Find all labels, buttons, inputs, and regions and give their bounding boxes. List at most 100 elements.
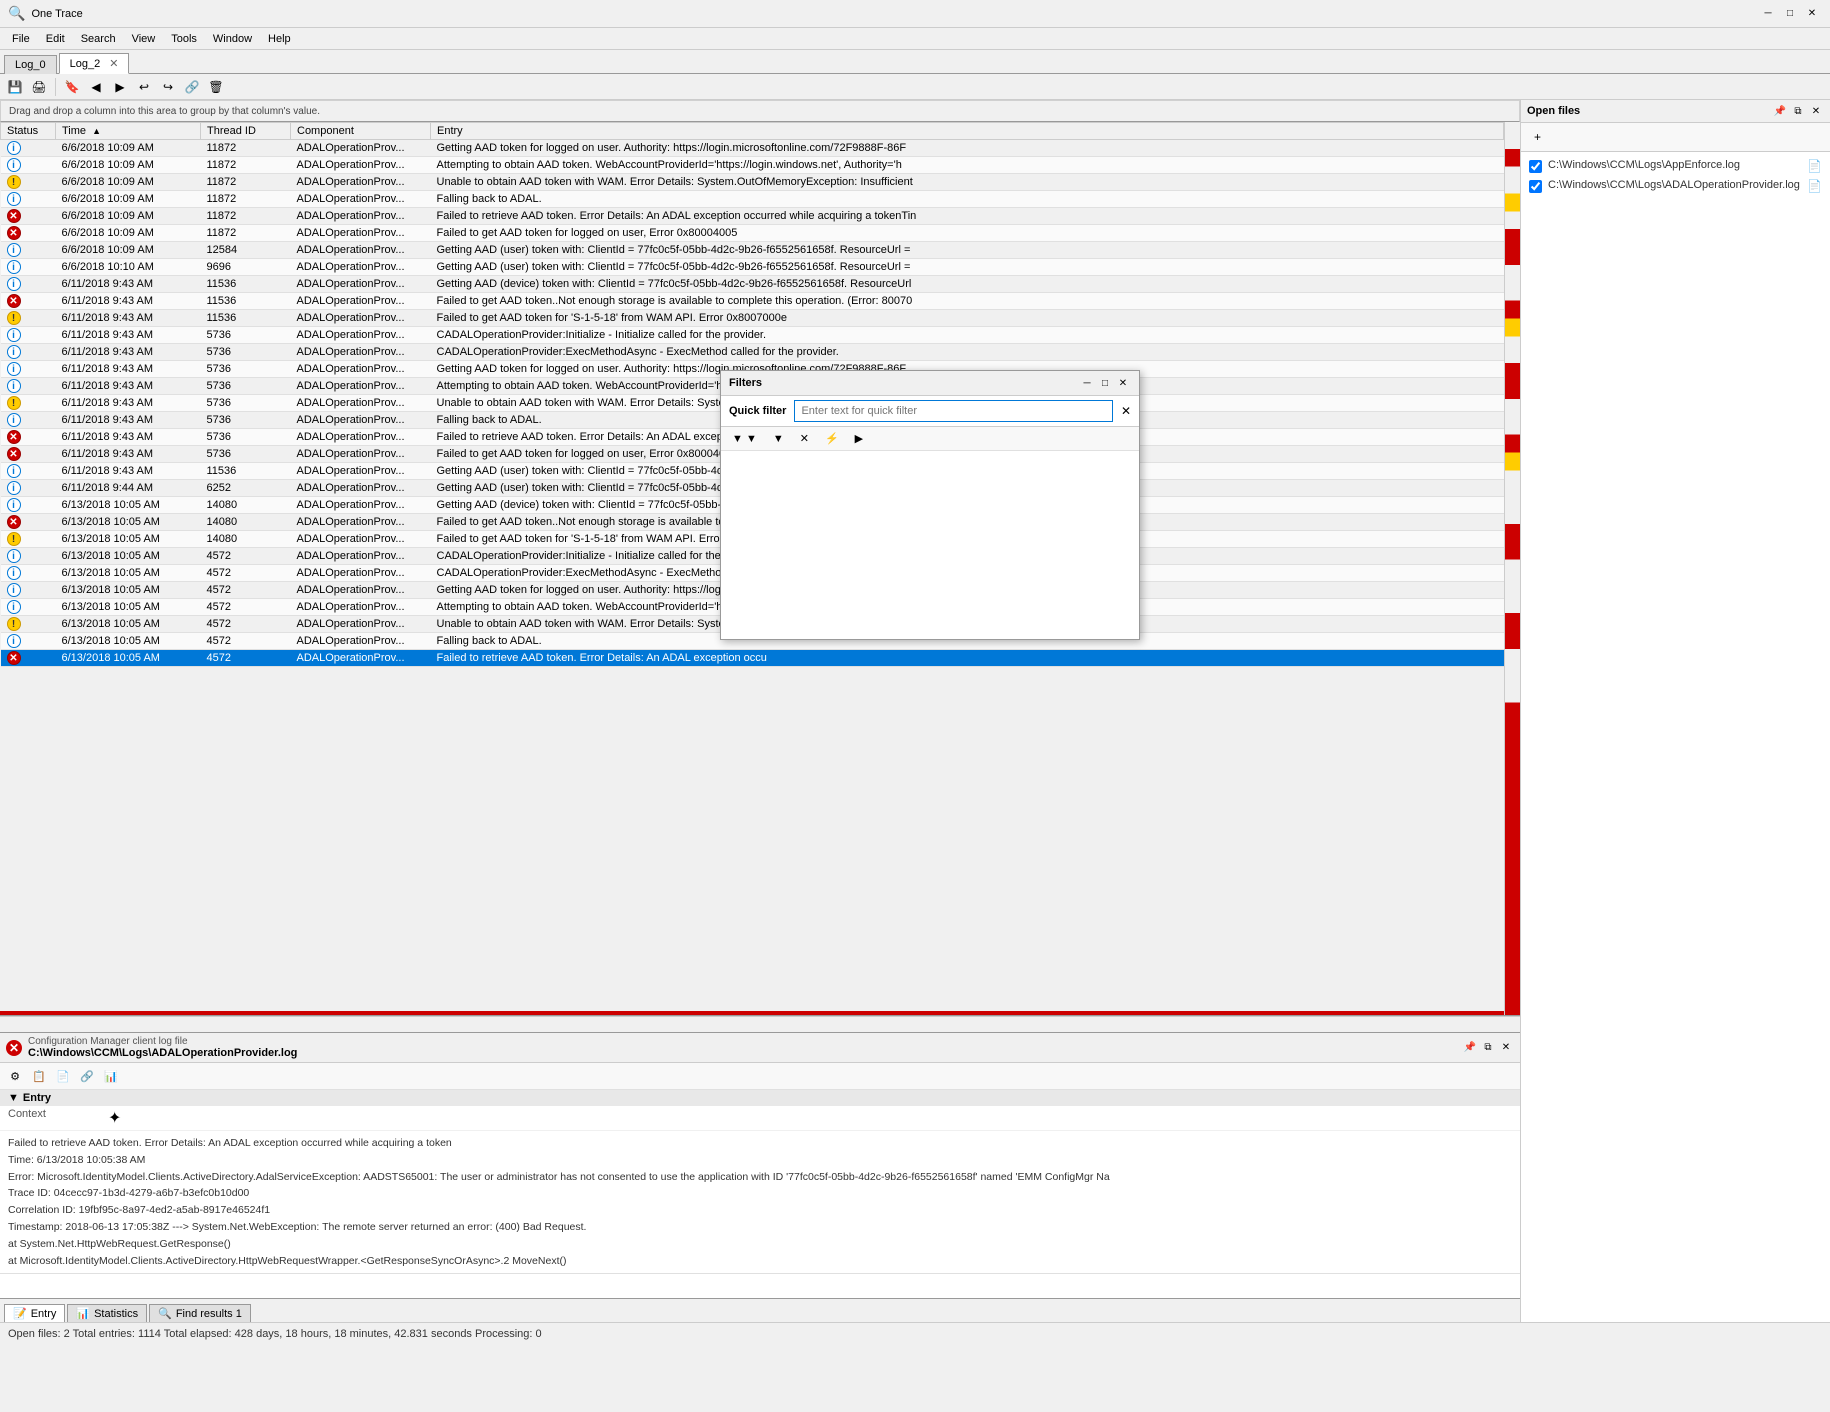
table-row[interactable]: i 6/6/2018 10:09 AM 12584 ADALOperationP… — [1, 242, 1504, 259]
table-row[interactable]: i 6/11/2018 9:43 AM 5736 ADALOperationPr… — [1, 327, 1504, 344]
table-row[interactable]: ✕ 6/13/2018 10:05 AM 4572 ADALOperationP… — [1, 650, 1504, 667]
tab-log2[interactable]: Log_2 ✕ — [59, 53, 130, 74]
open-file-path-1: C:\Windows\CCM\Logs\ADALOperationProvide… — [1548, 179, 1801, 191]
toolbar-next-btn[interactable]: ▶ — [109, 76, 131, 98]
cell-component: ADALOperationProv... — [291, 276, 431, 293]
properties-header: ✕ Configuration Manager client log file … — [0, 1033, 1520, 1063]
open-files-close-btn[interactable]: ✕ — [1808, 103, 1824, 119]
properties-float-btn[interactable]: ⧉ — [1480, 1040, 1496, 1056]
open-files-float-btn[interactable]: ⧉ — [1790, 103, 1806, 119]
prop-btn-1[interactable]: ⚙ — [4, 1066, 26, 1086]
cell-component: ADALOperationProv... — [291, 344, 431, 361]
cell-component: ADALOperationProv... — [291, 514, 431, 531]
cell-component: ADALOperationProv... — [291, 157, 431, 174]
properties-section-header[interactable]: ▼ Entry — [0, 1090, 1520, 1106]
status-icon: i — [7, 260, 21, 274]
menu-edit[interactable]: Edit — [38, 31, 73, 47]
filters-maximize-btn[interactable]: □ — [1097, 375, 1113, 391]
filter-add-btn[interactable]: ▼ — [766, 430, 791, 448]
toolbar-delete-btn[interactable]: 🗑 — [205, 76, 227, 98]
cell-time: 6/6/2018 10:09 AM — [56, 225, 201, 242]
table-row[interactable]: ✕ 6/6/2018 10:09 AM 11872 ADALOperationP… — [1, 208, 1504, 225]
tab-log2-close[interactable]: ✕ — [109, 58, 118, 70]
table-row[interactable]: i 6/6/2018 10:09 AM 11872 ADALOperationP… — [1, 157, 1504, 174]
toolbar-undo-btn[interactable]: ↩ — [133, 76, 155, 98]
menu-tools[interactable]: Tools — [163, 31, 205, 47]
open-files-pin-btn[interactable]: 📌 — [1772, 103, 1788, 119]
filters-quick-input[interactable] — [794, 400, 1112, 422]
cell-entry: CADALOperationProvider:ExecMethodAsync -… — [431, 344, 1504, 361]
properties-close-btn[interactable]: ✕ — [1498, 1040, 1514, 1056]
menu-search[interactable]: Search — [73, 31, 124, 47]
filter-toggle-btn[interactable]: ⚡ — [818, 429, 846, 448]
cell-thread: 4572 — [201, 599, 291, 616]
menu-help[interactable]: Help — [260, 31, 299, 47]
col-time[interactable]: Time ▲ — [56, 123, 201, 140]
prop-btn-5[interactable]: 📊 — [100, 1066, 122, 1086]
filter-more-btn[interactable]: ▶ — [848, 429, 870, 448]
table-row[interactable]: ✕ 6/6/2018 10:09 AM 11872 ADALOperationP… — [1, 225, 1504, 242]
table-row[interactable]: i 6/6/2018 10:10 AM 9696 ADALOperationPr… — [1, 259, 1504, 276]
context-label: Context — [8, 1108, 108, 1128]
open-file-checkbox-1[interactable] — [1529, 180, 1542, 193]
horiz-scrollbar[interactable] — [0, 1016, 1520, 1032]
filters-close-btn[interactable]: ✕ — [1115, 375, 1131, 391]
toolbar-print-btn[interactable]: 🖨 — [28, 76, 50, 98]
table-row[interactable]: ! 6/6/2018 10:09 AM 11872 ADALOperationP… — [1, 174, 1504, 191]
cell-time: 6/11/2018 9:43 AM — [56, 395, 201, 412]
prop-btn-2[interactable]: 📋 — [28, 1066, 50, 1086]
toolbar-redo-btn[interactable]: ↪ — [157, 76, 179, 98]
cell-thread: 4572 — [201, 650, 291, 667]
toolbar-save-btn[interactable]: 💾 — [4, 76, 26, 98]
prop-btn-4[interactable]: 🔗 — [76, 1066, 98, 1086]
filters-minimize-btn[interactable]: ─ — [1079, 375, 1095, 391]
cell-entry: Failed to get AAD token for 'S-1-5-18' f… — [431, 310, 1504, 327]
toolbar-link-btn[interactable]: 🔗 — [181, 76, 203, 98]
severity-scroll[interactable] — [1504, 122, 1520, 1015]
table-row[interactable]: i 6/6/2018 10:09 AM 11872 ADALOperationP… — [1, 191, 1504, 208]
table-row[interactable]: ✕ 6/11/2018 9:43 AM 11536 ADALOperationP… — [1, 293, 1504, 310]
properties-pin-btn[interactable]: 📌 — [1462, 1040, 1478, 1056]
minimize-button[interactable]: ─ — [1758, 5, 1778, 23]
cell-component: ADALOperationProv... — [291, 378, 431, 395]
cell-status: i — [1, 565, 56, 582]
col-status[interactable]: Status — [1, 123, 56, 140]
open-files-add-btn[interactable]: + — [1527, 126, 1548, 148]
table-row[interactable]: i 6/11/2018 9:43 AM 11536 ADALOperationP… — [1, 276, 1504, 293]
prop-btn-3[interactable]: 📄 — [52, 1066, 74, 1086]
filter-dropdown-btn[interactable]: ▼ ▼ — [725, 430, 764, 448]
col-entry[interactable]: Entry — [431, 123, 1504, 140]
bottom-tab-entry[interactable]: 📝 Entry — [4, 1304, 65, 1322]
filters-title-text: Filters — [729, 377, 762, 389]
open-file-icon-1[interactable]: 📄 — [1807, 179, 1822, 193]
bottom-tab-statistics[interactable]: 📊 Statistics — [67, 1304, 147, 1322]
cell-status: i — [1, 412, 56, 429]
toolbar-prev-btn[interactable]: ◀ — [85, 76, 107, 98]
filters-quick-clear[interactable]: ✕ — [1121, 404, 1131, 418]
tab-log0[interactable]: Log_0 — [4, 55, 57, 74]
open-file-checkbox-0[interactable] — [1529, 160, 1542, 173]
filter-remove-btn[interactable]: ✕ — [793, 429, 816, 448]
menu-view[interactable]: View — [124, 31, 164, 47]
cell-time: 6/11/2018 9:43 AM — [56, 310, 201, 327]
col-component[interactable]: Component — [291, 123, 431, 140]
close-button[interactable]: ✕ — [1802, 5, 1822, 23]
table-row[interactable]: i 6/6/2018 10:09 AM 11872 ADALOperationP… — [1, 140, 1504, 157]
status-icon: ! — [7, 617, 21, 631]
properties-toolbar: ⚙ 📋 📄 🔗 📊 — [0, 1063, 1520, 1090]
cell-thread: 11872 — [201, 208, 291, 225]
bottom-tab-find[interactable]: 🔍 Find results 1 — [149, 1304, 251, 1322]
cell-component: ADALOperationProv... — [291, 548, 431, 565]
menu-file[interactable]: File — [4, 31, 38, 47]
cell-thread: 14080 — [201, 531, 291, 548]
cell-entry: Failed to get AAD token for logged on us… — [431, 225, 1504, 242]
col-thread[interactable]: Thread ID — [201, 123, 291, 140]
table-row[interactable]: i 6/11/2018 9:43 AM 5736 ADALOperationPr… — [1, 344, 1504, 361]
cell-component: ADALOperationProv... — [291, 446, 431, 463]
toolbar-bookmark-btn[interactable]: 🔖 — [61, 76, 83, 98]
filters-toolbar: ▼ ▼ ▼ ✕ ⚡ ▶ — [721, 427, 1139, 451]
maximize-button[interactable]: □ — [1780, 5, 1800, 23]
open-file-icon-0[interactable]: 📄 — [1807, 159, 1822, 173]
table-row[interactable]: ! 6/11/2018 9:43 AM 11536 ADALOperationP… — [1, 310, 1504, 327]
menu-window[interactable]: Window — [205, 31, 260, 47]
